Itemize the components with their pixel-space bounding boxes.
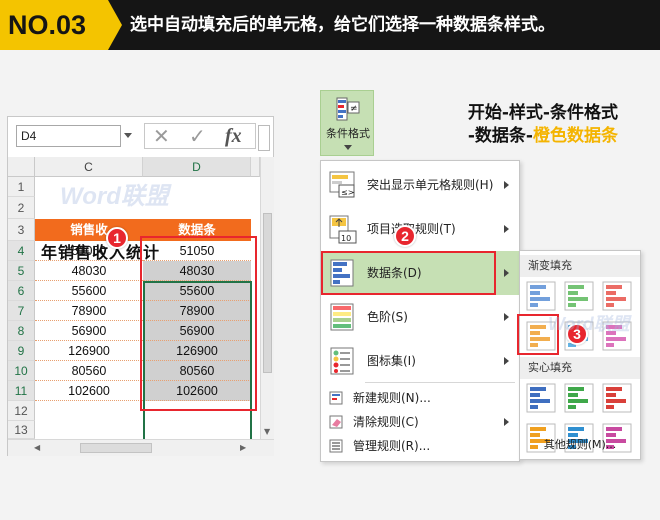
instruction-line-1: 开始-样式-条件格式: [467, 103, 618, 123]
svg-text:≠: ≠: [350, 104, 358, 114]
chevron-right-icon: [504, 269, 509, 277]
horizontal-scrollbar[interactable]: ◀ ▶: [8, 439, 274, 456]
row-header[interactable]: 8: [8, 321, 35, 341]
chevron-right-icon: [504, 357, 509, 365]
menu-item-top-bottom-rules[interactable]: 10 项目选取规则(T): [321, 207, 519, 251]
enter-check-icon[interactable]: ✓: [189, 125, 206, 147]
row-header[interactable]: 2: [8, 197, 35, 219]
gradient-fill-heading: 渐变填充: [520, 255, 640, 277]
instruction-line-2: -数据条-橙色数据条: [468, 121, 618, 146]
sales-cell[interactable]: 55600: [35, 281, 143, 301]
row-header[interactable]: 7: [8, 301, 35, 321]
name-box[interactable]: D4: [16, 125, 121, 147]
cancel-icon[interactable]: ✕: [153, 125, 170, 147]
menu-item-color-scales[interactable]: 色阶(S): [321, 295, 519, 339]
select-all-corner[interactable]: [8, 157, 35, 177]
horizontal-scroll-thumb[interactable]: [80, 443, 152, 453]
formula-bar-buttons: ✕ ✓ fx: [144, 123, 256, 149]
menu-item-new-rule[interactable]: 新建规则(N)...: [321, 386, 519, 410]
manage-rules-icon: [329, 439, 343, 453]
gradient-databar-swatch[interactable]: [526, 281, 556, 311]
menu-item-label: 图标集(I): [367, 354, 416, 368]
header-bar: NO.03 选中自动填充后的单元格，给它们选择一种数据条样式。: [0, 0, 660, 50]
scroll-down-icon[interactable]: ▼: [264, 427, 270, 436]
row-header[interactable]: 11: [8, 381, 35, 401]
watermark: Word联盟: [60, 183, 169, 210]
excel-window: D4 ✕ ✓ fx C D 1 2 3 4 5 6 7 8 9 10 11 12 13 销售收 数据条 510…: [7, 116, 274, 456]
vertical-scroll-thumb[interactable]: [263, 213, 272, 373]
conditional-format-label: 条件格式: [326, 127, 370, 140]
more-rules-link[interactable]: 其他规则(M)...: [520, 433, 640, 457]
sales-cell[interactable]: 126900: [35, 341, 143, 361]
scroll-right-icon[interactable]: ▶: [240, 443, 246, 452]
row-header[interactable]: 3: [8, 219, 35, 241]
row-header[interactable]: 12: [8, 401, 35, 421]
step-badge-tip: [108, 0, 122, 50]
column-header-c[interactable]: C: [35, 157, 143, 177]
new-rule-icon: [329, 391, 343, 405]
row-header[interactable]: 1: [8, 177, 35, 197]
gradient-databar-swatch[interactable]: [564, 281, 594, 311]
insert-function-icon[interactable]: fx: [225, 125, 242, 147]
solid-databar-swatch[interactable]: [564, 383, 594, 413]
solid-databar-swatch[interactable]: [602, 383, 632, 413]
step-marker-1: 1: [106, 227, 128, 249]
sales-cell[interactable]: 102600: [35, 381, 143, 401]
chevron-down-icon: [344, 145, 352, 150]
formula-bar-scroll[interactable]: [258, 125, 270, 151]
menu-item-label: 色阶(S): [367, 310, 408, 324]
chevron-right-icon: [504, 225, 509, 233]
scroll-left-icon[interactable]: ◀: [34, 443, 40, 452]
solid-databar-swatch[interactable]: [526, 383, 556, 413]
menu-item-highlight-rules[interactable]: ≤> 突出显示单元格规则(H): [321, 163, 519, 207]
row-header[interactable]: 5: [8, 261, 35, 281]
color-scales-icon: [330, 303, 354, 331]
watermark: Word联盟: [548, 314, 630, 334]
menu-item-label: 清除规则(C): [353, 415, 419, 429]
column-header-d[interactable]: D: [143, 157, 251, 177]
eraser-icon: [329, 415, 343, 429]
header-title: 选中自动填充后的单元格，给它们选择一种数据条样式。: [130, 15, 555, 35]
icon-sets-icon: [330, 347, 354, 375]
menu-divider: [365, 382, 515, 383]
conditional-format-menu: ≤> 突出显示单元格规则(H) 10 项目选取规则(T) 数据条(D): [320, 160, 520, 462]
conditional-format-icon: ≠: [336, 97, 360, 121]
menu-item-clear-rules[interactable]: 清除规则(C): [321, 410, 519, 434]
vertical-scrollbar[interactable]: ▼: [260, 157, 274, 439]
row-header[interactable]: 6: [8, 281, 35, 301]
chevron-right-icon: [504, 181, 509, 189]
row-header[interactable]: 4: [8, 241, 35, 261]
menu-item-label: 新建规则(N)...: [353, 391, 431, 405]
menu-item-label: 突出显示单元格规则(H): [367, 178, 494, 192]
step-marker-2: 2: [394, 225, 416, 247]
gradient-databar-swatch[interactable]: [602, 281, 632, 311]
instruction-prefix: -数据条-: [467, 126, 533, 146]
sales-cell[interactable]: 48030: [35, 261, 143, 281]
highlight-box-data-bars: [321, 251, 496, 295]
chevron-right-icon: [504, 418, 509, 426]
sales-cell[interactable]: 80560: [35, 361, 143, 381]
instruction-highlight: 橙色数据条: [533, 126, 618, 146]
svg-text:10: 10: [341, 234, 351, 243]
chevron-right-icon: [504, 313, 509, 321]
chevron-down-icon[interactable]: [124, 133, 132, 138]
row-header[interactable]: 13: [8, 421, 35, 439]
row-header[interactable]: 10: [8, 361, 35, 381]
data-bars-submenu: 渐变填充 实心填充 其他规则(M)...: [519, 250, 641, 460]
step-badge: NO.03: [0, 0, 108, 50]
menu-item-manage-rules[interactable]: 管理规则(R)...: [321, 434, 519, 458]
svg-text:≤>: ≤>: [341, 188, 354, 197]
row-header[interactable]: 9: [8, 341, 35, 361]
highlight-cells-icon: ≤>: [329, 171, 355, 198]
top-bottom-rules-icon: 10: [329, 215, 357, 244]
menu-item-label: 管理规则(R)...: [353, 439, 431, 453]
solid-fill-heading: 实心填充: [520, 357, 640, 379]
conditional-format-button[interactable]: ≠ 条件格式: [320, 90, 374, 156]
menu-item-icon-sets[interactable]: 图标集(I): [321, 339, 519, 383]
column-header-e[interactable]: [251, 157, 260, 177]
highlight-box-selection: [140, 236, 257, 411]
sales-cell[interactable]: 78900: [35, 301, 143, 321]
sales-cell[interactable]: 56900: [35, 321, 143, 341]
